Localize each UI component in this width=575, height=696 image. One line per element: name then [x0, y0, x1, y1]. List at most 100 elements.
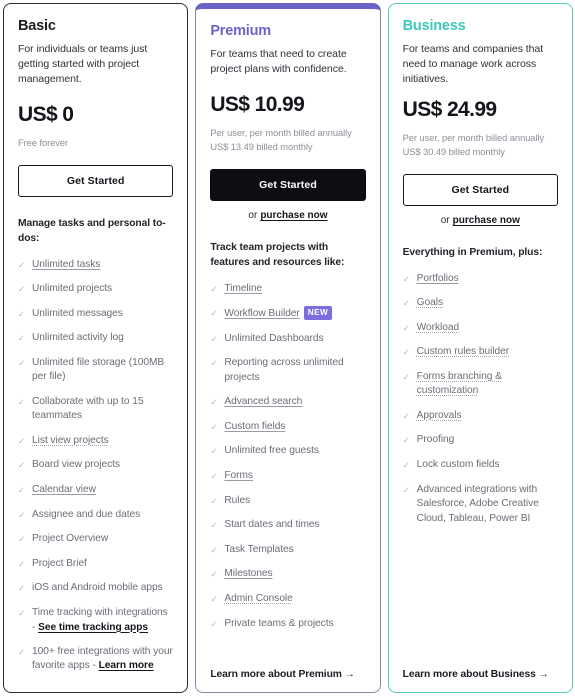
- feature-item: ✓ Advanced search: [210, 395, 365, 410]
- feature-label[interactable]: Advanced search: [224, 396, 302, 407]
- feature-item: ✓ Project Brief: [18, 557, 173, 572]
- check-icon: ✓: [402, 347, 410, 358]
- plan-card-premium: Premium For teams that need to create pro…: [195, 3, 381, 693]
- or-label: or: [248, 209, 258, 221]
- feature-label[interactable]: Forms branching & customization: [417, 371, 502, 396]
- learn-more-link-premium[interactable]: Learn more about Premium →: [210, 665, 365, 682]
- feature-item: ✓ Proofing: [403, 433, 558, 448]
- billing-line-secondary: US$ 30.49 billed monthly: [402, 146, 505, 157]
- features-list: ✓ Timeline ✓ Workflow Builder NEW ✓ Unlimited …: [210, 282, 365, 642]
- feature-label[interactable]: Workload: [417, 322, 460, 333]
- check-icon: ✓: [210, 544, 218, 555]
- feature-label: Unlimited projects: [32, 283, 113, 295]
- plan-price: US$ 10.99: [210, 92, 305, 116]
- feature-label[interactable]: List view projects: [32, 435, 109, 446]
- plan-description: For individuals or teams just getting st…: [18, 43, 148, 85]
- features-heading: Track team projects with features and re…: [210, 241, 345, 268]
- feature-text-wrap: Forms branching & customization: [417, 370, 558, 399]
- feature-text-wrap: Unlimited messages: [32, 307, 173, 321]
- feature-label[interactable]: Calendar view: [32, 484, 96, 495]
- check-icon: ✓: [210, 593, 218, 604]
- feature-item: ✓ Portfolios: [403, 272, 558, 287]
- check-icon: ✓: [18, 284, 26, 295]
- get-started-button[interactable]: Get Started: [402, 173, 558, 206]
- check-icon: ✓: [210, 520, 218, 531]
- feature-inline-link[interactable]: See time tracking apps: [38, 622, 148, 633]
- feature-label[interactable]: Custom fields: [224, 421, 285, 432]
- cta-section: Get Started or purchase now: [402, 173, 558, 226]
- check-icon: ✓: [210, 283, 218, 294]
- purchase-now-link[interactable]: purchase now: [260, 210, 327, 221]
- feature-text-wrap: Milestones: [224, 567, 365, 581]
- feature-item: ✓ Unlimited Dashboards: [210, 332, 365, 347]
- feature-label[interactable]: Portfolios: [417, 273, 459, 284]
- feature-item: ✓ 100+ free integrations with your favori…: [18, 645, 173, 674]
- feature-label[interactable]: Approvals: [417, 410, 462, 421]
- feature-label[interactable]: Forms: [224, 470, 253, 481]
- pricing-plans-grid: Basic For individuals or teams just getti…: [0, 0, 575, 696]
- feature-label[interactable]: Admin Console: [224, 593, 292, 604]
- card-spacer: [210, 641, 365, 665]
- or-label: or: [440, 214, 450, 226]
- feature-item: ✓ Task Templates: [210, 543, 365, 558]
- feature-item: ✓ Forms branching & customization: [403, 370, 558, 399]
- feature-label[interactable]: Milestones: [224, 568, 272, 579]
- feature-label[interactable]: Custom rules builder: [417, 346, 509, 357]
- feature-inline-link[interactable]: Learn more: [99, 660, 154, 671]
- learn-more-label: Learn more about Business: [402, 669, 536, 680]
- feature-text-wrap: Unlimited projects: [32, 282, 173, 296]
- feature-text-wrap: Unlimited file storage (100MB per file): [32, 356, 173, 385]
- check-icon: ✓: [18, 396, 26, 407]
- plan-card-business: Business For teams and companies that nee…: [387, 3, 573, 693]
- card-spacer: [403, 536, 558, 665]
- features-heading: Everything in Premium, plus:: [402, 246, 543, 258]
- plan-card-basic: Basic For individuals or teams just getti…: [3, 3, 189, 693]
- plan-billing-note: Per user, per month billed annually US$ 3…: [403, 132, 558, 160]
- plan-price: US$ 24.99: [402, 97, 497, 121]
- learn-more-link-business[interactable]: Learn more about Business →: [403, 665, 558, 682]
- check-icon: ✓: [18, 583, 26, 594]
- check-icon: ✓: [402, 460, 410, 471]
- feature-text-wrap: Custom fields: [224, 420, 365, 434]
- feature-text-wrap: Forms: [224, 469, 365, 483]
- feature-label[interactable]: Goals: [417, 297, 443, 308]
- check-icon: ✓: [18, 460, 26, 471]
- check-icon: ✓: [210, 446, 218, 457]
- get-started-button[interactable]: Get Started: [210, 168, 366, 201]
- feature-text-wrap: 100+ free integrations with your favorit…: [32, 645, 173, 674]
- check-icon: ✓: [18, 647, 26, 657]
- feature-text-wrap: Project Overview: [32, 532, 173, 546]
- check-icon: ✓: [18, 608, 26, 619]
- feature-text-wrap: Advanced integrations with Salesforce, A…: [417, 483, 558, 526]
- purchase-now-link[interactable]: purchase now: [453, 215, 520, 226]
- feature-item: ✓ Custom fields: [210, 420, 365, 435]
- learn-more-label: Learn more about Premium: [210, 669, 342, 680]
- feature-text-wrap: Time tracking with integrations - See ti…: [32, 606, 173, 635]
- feature-label: Board view projects: [32, 459, 120, 471]
- check-icon: ✓: [402, 298, 410, 309]
- feature-label[interactable]: Timeline: [224, 283, 262, 294]
- feature-text-wrap: Admin Console: [224, 592, 365, 606]
- check-icon: ✓: [210, 333, 218, 344]
- feature-item: ✓ Assignee and due dates: [18, 508, 173, 523]
- feature-text-wrap: List view projects: [32, 434, 173, 448]
- feature-label: Task Templates: [224, 543, 294, 555]
- get-started-button[interactable]: Get Started: [18, 164, 174, 197]
- plan-description: For teams and companies that need to man…: [402, 43, 544, 85]
- feature-label: Unlimited file storage (100MB per file): [32, 356, 165, 383]
- feature-item: ✓ Unlimited projects: [18, 282, 173, 297]
- feature-text-wrap: Unlimited activity log: [32, 331, 173, 345]
- feature-item: ✓ iOS and Android mobile apps: [18, 581, 173, 596]
- feature-label: Project Overview: [32, 533, 109, 545]
- feature-item: ✓ Admin Console: [210, 592, 365, 607]
- feature-label[interactable]: Unlimited tasks: [32, 259, 100, 270]
- feature-item: ✓ Approvals: [403, 409, 558, 424]
- check-icon: ✓: [402, 435, 410, 446]
- feature-text-wrap: Custom rules builder: [417, 345, 558, 359]
- feature-label: Unlimited activity log: [32, 332, 124, 344]
- feature-item: ✓ Lock custom fields: [403, 458, 558, 473]
- feature-item: ✓ Collaborate with up to 15 teammates: [18, 395, 173, 424]
- feature-label[interactable]: Workflow Builder: [224, 308, 300, 319]
- feature-item: ✓ Project Overview: [18, 532, 173, 547]
- feature-text-wrap: iOS and Android mobile apps: [32, 581, 173, 595]
